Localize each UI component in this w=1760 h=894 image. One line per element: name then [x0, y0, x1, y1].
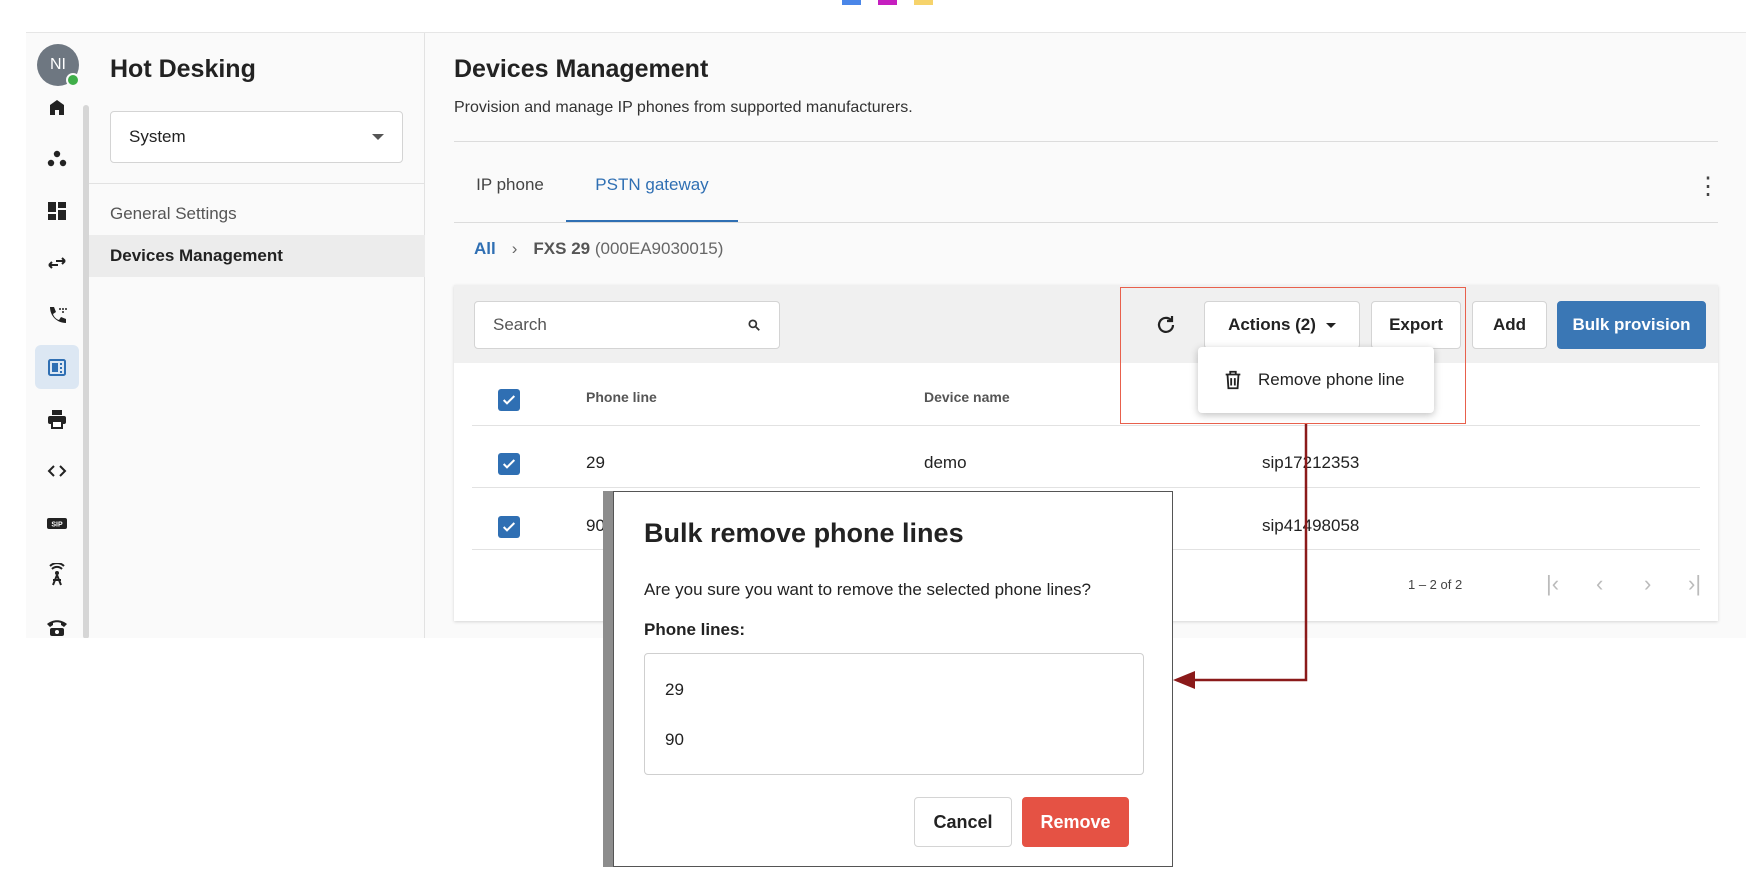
bulk-remove-dialog: Bulk remove phone lines Are you sure you…	[613, 491, 1173, 867]
cancel-button[interactable]: Cancel	[914, 797, 1012, 847]
dialog-message: Are you sure you want to remove the sele…	[644, 580, 1091, 599]
phone-lines-list: 29 90	[644, 653, 1144, 775]
remove-button[interactable]: Remove	[1022, 797, 1129, 847]
remove-label: Remove	[1040, 811, 1111, 832]
dialog-title: Bulk remove phone lines	[644, 518, 964, 548]
phone-lines-label: Phone lines:	[644, 620, 746, 639]
cancel-label: Cancel	[933, 811, 993, 832]
list-item: 29	[665, 680, 684, 699]
list-item: 90	[665, 730, 684, 749]
